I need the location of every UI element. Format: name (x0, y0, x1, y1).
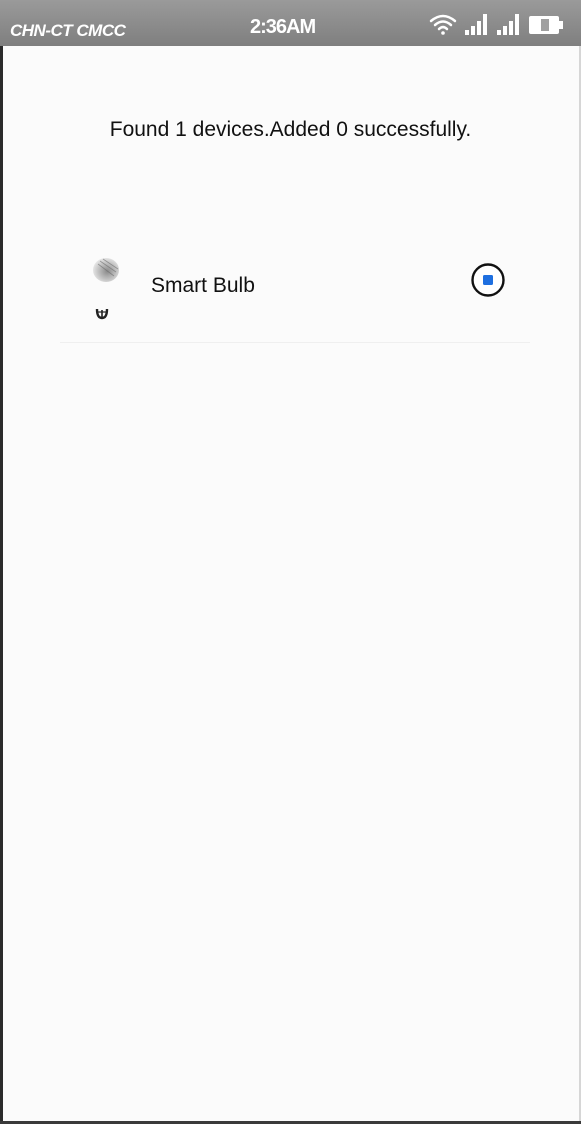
scan-summary: Found 1 devices.Added 0 successfully. (109, 118, 472, 141)
signal-icon (497, 14, 519, 35)
wifi-icon (429, 14, 457, 35)
radio-selected-indicator (483, 275, 493, 285)
screen-edge (0, 46, 3, 1124)
device-list-item[interactable]: Smart Bulb (60, 232, 530, 343)
status-icons (423, 8, 573, 38)
status-bar: CHN-CT CMCC 2:36AM (0, 0, 581, 46)
battery-icon (529, 16, 563, 34)
carrier-label: CHN-CT CMCC (10, 21, 126, 40)
status-time: 2:36AM (250, 16, 316, 38)
app-screen: CHN-CT CMCC 2:36AM Found 1 devices.Added… (0, 0, 581, 1124)
signal-icon (465, 14, 487, 35)
device-name: Smart Bulb (151, 274, 255, 297)
smart-bulb-icon (84, 242, 134, 322)
device-select-radio[interactable] (470, 262, 506, 298)
